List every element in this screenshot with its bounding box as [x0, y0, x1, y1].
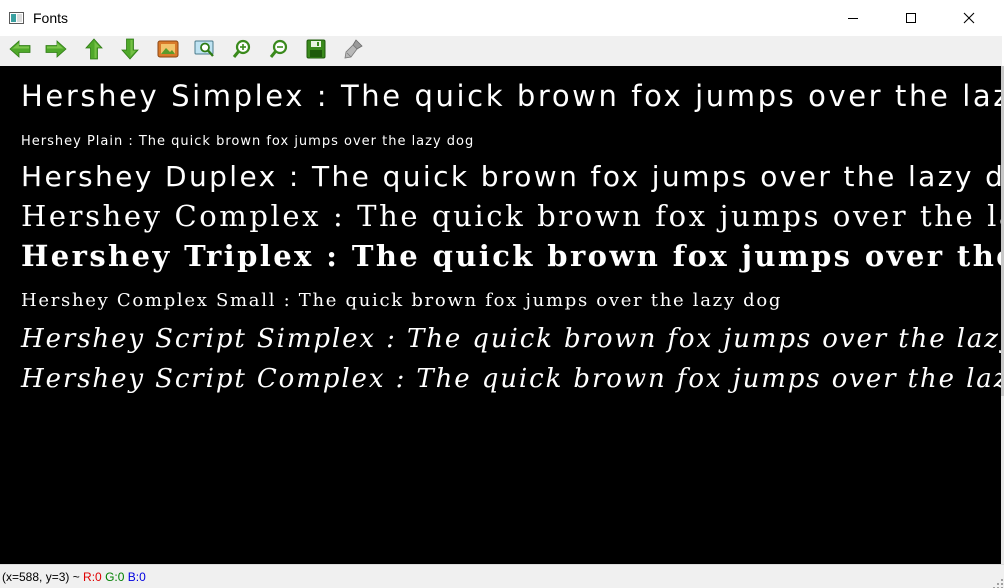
- save-icon: [306, 39, 326, 64]
- zoom-out-button[interactable]: [267, 39, 291, 63]
- title-bar[interactable]: Fonts: [0, 0, 1004, 36]
- zoom-fit-button[interactable]: [193, 39, 217, 63]
- cursor-coordinates: (x=588, y=3) ~: [2, 570, 84, 584]
- resize-grip-icon[interactable]: [992, 577, 1004, 588]
- window-title: Fonts: [33, 10, 69, 26]
- font-line-complex: Hershey Complex : The quick brown fox ju…: [21, 199, 1002, 233]
- pan-right-button[interactable]: [44, 39, 68, 63]
- zoom-out-icon: [269, 39, 289, 64]
- minimize-button[interactable]: [824, 0, 882, 36]
- toolbar: [0, 36, 1002, 66]
- arrow-down-icon: [121, 38, 139, 65]
- app-window-icon: [9, 11, 24, 24]
- properties-brush-icon: [343, 38, 363, 64]
- save-button[interactable]: [304, 39, 328, 63]
- font-line-plain: Hershey Plain : The quick brown fox jump…: [21, 134, 474, 149]
- font-line-duplex: Hershey Duplex : The quick brown fox jum…: [21, 160, 1002, 193]
- image-canvas[interactable]: Hershey Simplex : The quick brown fox ju…: [0, 66, 1002, 564]
- minimize-icon: [847, 12, 859, 24]
- red-value: R:0: [83, 570, 102, 584]
- maximize-button[interactable]: [882, 0, 940, 36]
- properties-button[interactable]: [341, 38, 365, 64]
- arrow-up-icon: [85, 37, 103, 65]
- pan-down-button[interactable]: [118, 38, 142, 65]
- pan-up-button[interactable]: [82, 37, 106, 65]
- green-value: G:0: [105, 570, 125, 584]
- arrow-left-icon: [9, 39, 31, 63]
- zoom-fit-icon: [194, 39, 216, 64]
- fonts-window: Fonts Hershey Simplex: The quick brown …: [0, 0, 1004, 588]
- font-line-triplex: Hershey Triplex : The quick brown fox ju…: [21, 239, 1002, 273]
- blue-value: B:0: [127, 570, 146, 584]
- image-icon: [157, 40, 179, 63]
- pixel-info: (x=588, y=3) ~ R:0 G:0 B:0: [2, 570, 146, 584]
- status-bar: (x=588, y=3) ~ R:0 G:0 B:0: [0, 564, 1004, 588]
- close-button[interactable]: [940, 0, 998, 36]
- zoom-original-button[interactable]: [156, 39, 180, 63]
- zoom-in-icon: [232, 39, 252, 64]
- close-icon: [963, 12, 975, 24]
- font-line-script-simplex: Hershey Script Simplex : The quick brown…: [20, 324, 1002, 354]
- font-line-simplex: Hershey Simplex : The quick brown fox ju…: [21, 79, 1002, 113]
- rendered-text-image: Hershey Simplex : The quick brown fox ju…: [20, 79, 1002, 394]
- arrow-right-icon: [45, 39, 67, 63]
- pan-left-button[interactable]: [8, 39, 32, 63]
- font-line-script-complex: Hershey Script Complex : The quick brown…: [20, 364, 1002, 394]
- maximize-icon: [905, 12, 917, 24]
- font-line-complex-small: Hershey Complex Small : The quick brown …: [21, 290, 782, 311]
- zoom-in-button[interactable]: [230, 39, 254, 63]
